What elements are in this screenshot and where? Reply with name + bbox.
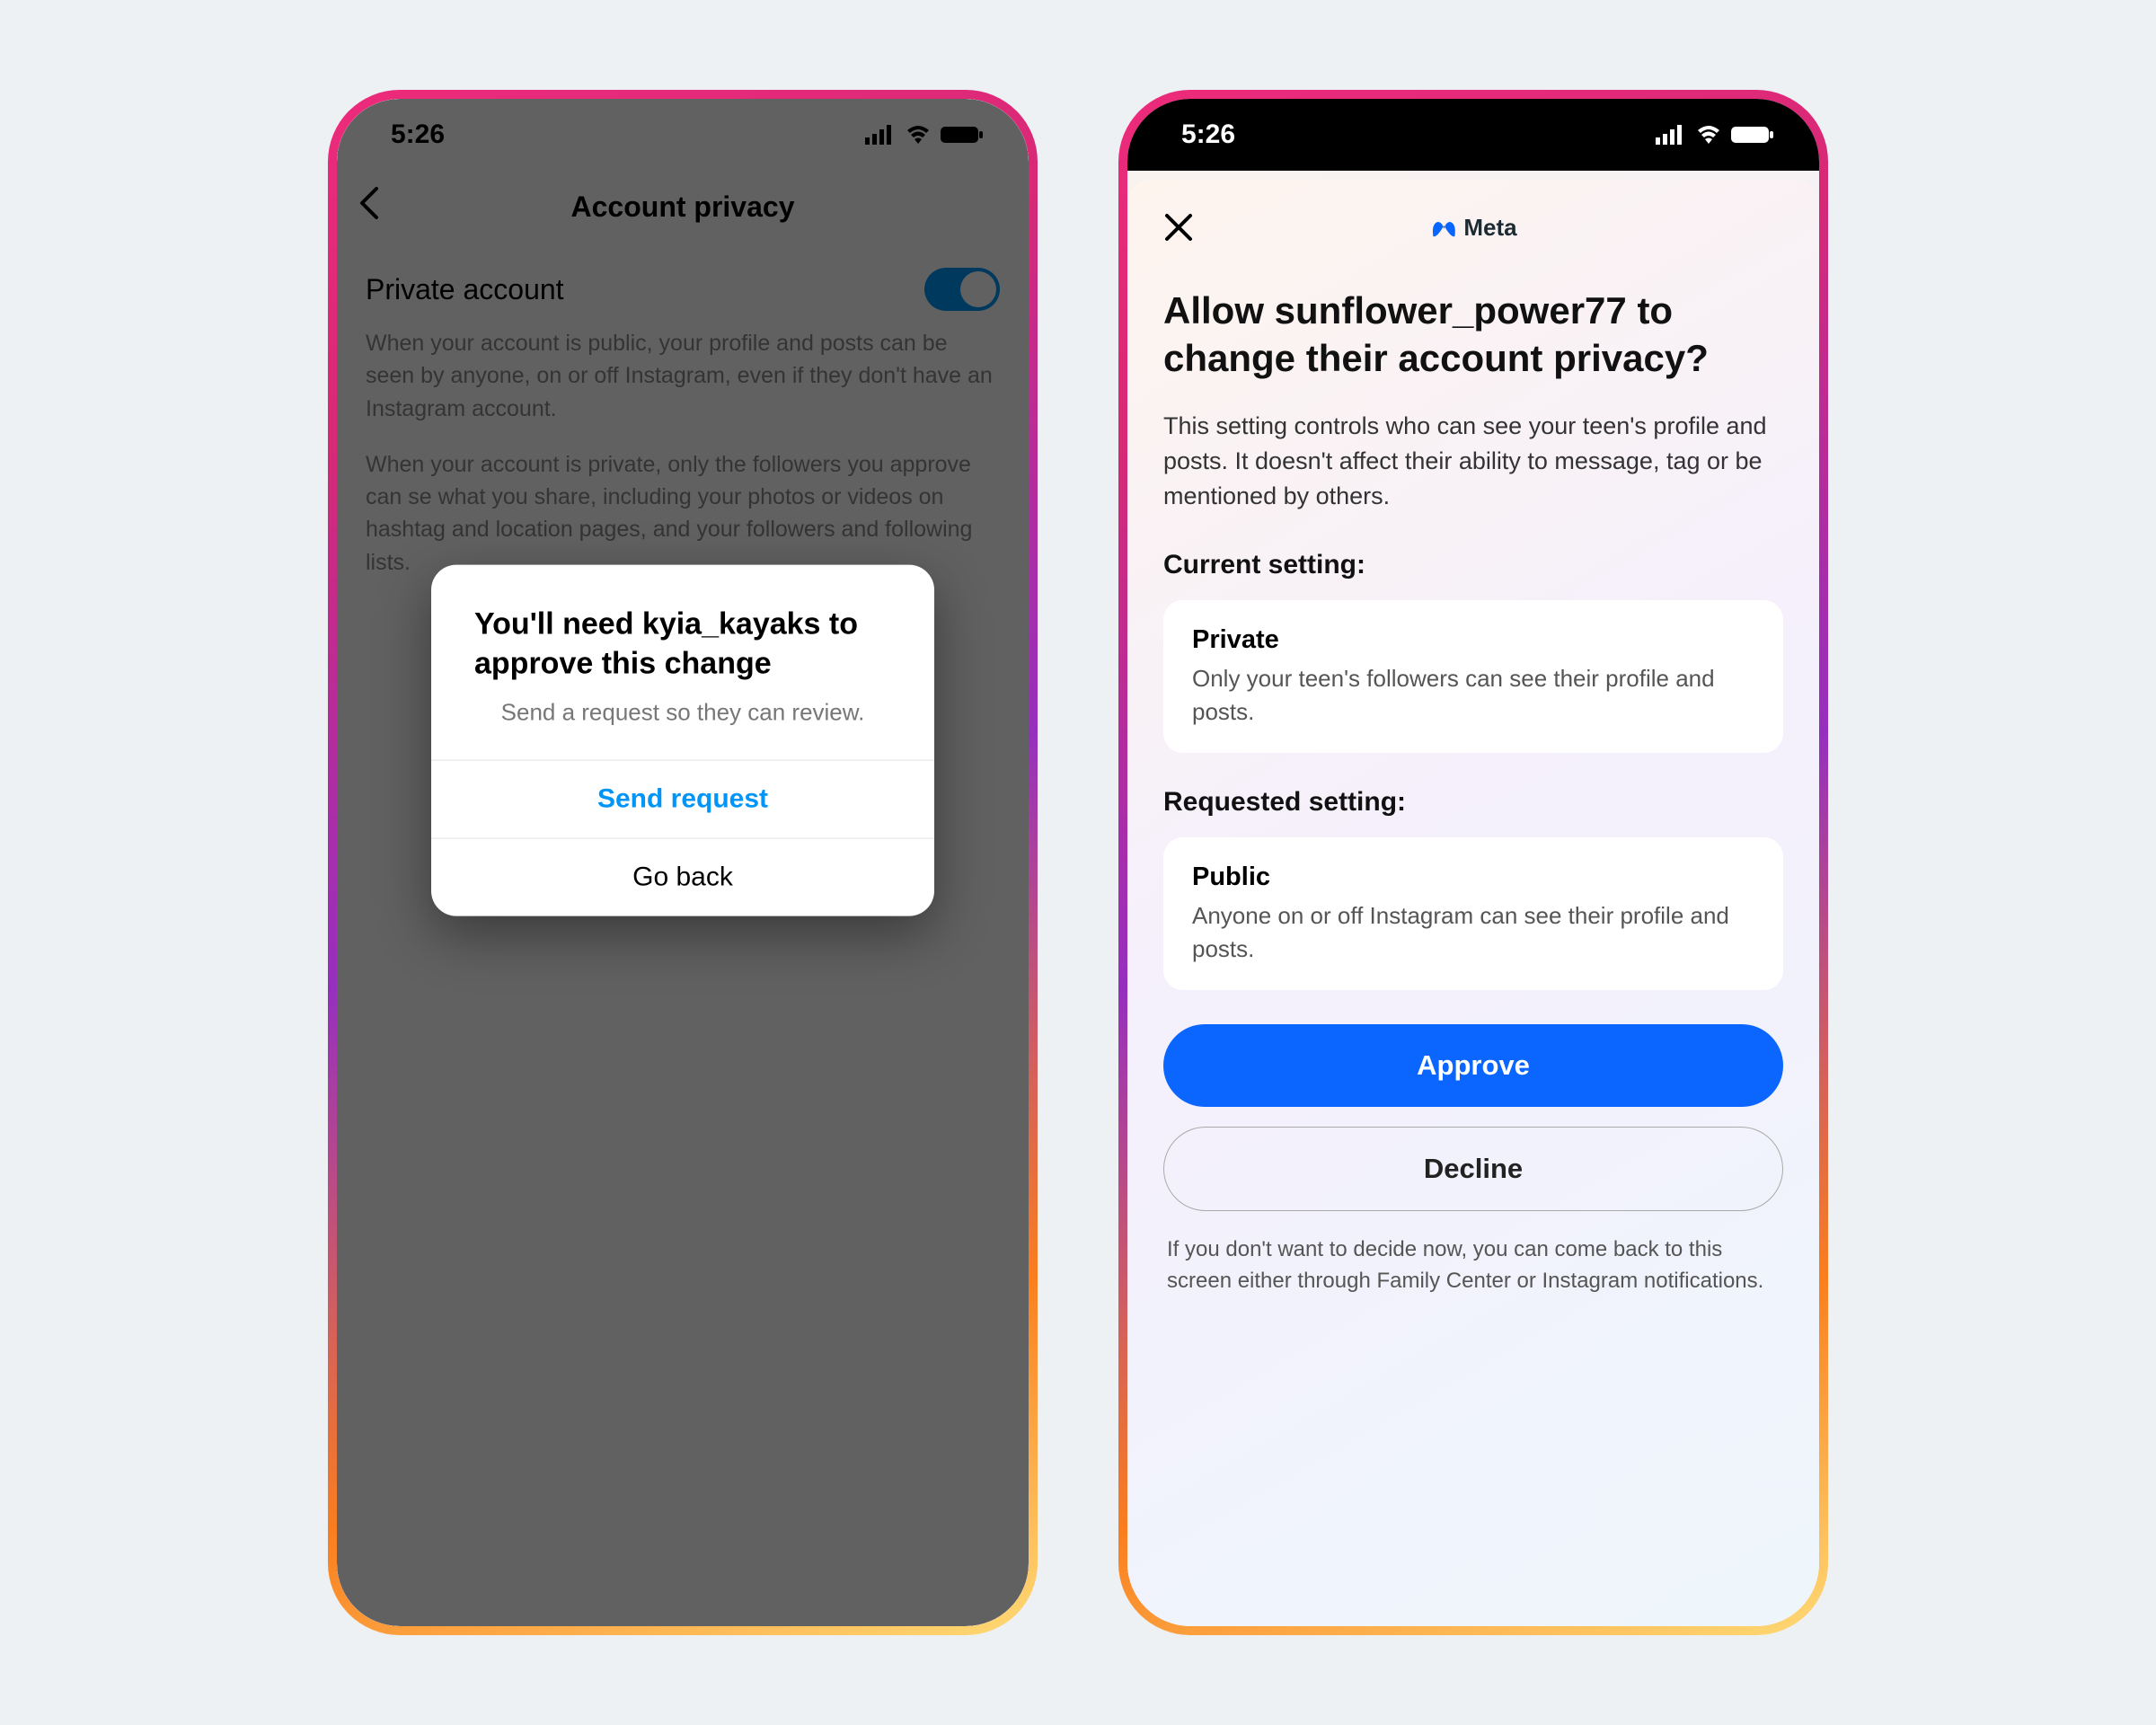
decline-button[interactable]: Decline [1163, 1127, 1783, 1211]
go-back-button[interactable]: Go back [431, 837, 934, 916]
close-icon [1163, 212, 1194, 243]
battery-icon [1731, 125, 1774, 145]
approve-button[interactable]: Approve [1163, 1024, 1783, 1107]
current-setting-description: Only your teen's followers can see their… [1192, 662, 1754, 728]
phone-teen: 5:26 Account privacy Private account Whe… [328, 90, 1038, 1635]
status-bar: 5:26 [1127, 99, 1819, 171]
requested-setting-label: Requested setting: [1163, 787, 1783, 818]
phone-inner: 5:26 Account privacy Private account Whe… [337, 99, 1029, 1626]
footer-note: If you don't want to decide now, you can… [1163, 1231, 1783, 1297]
wifi-icon [1695, 125, 1722, 145]
send-request-button[interactable]: Send request [431, 759, 934, 837]
phone-inner: 5:26 Meta Allow sunflower_power7 [1127, 99, 1819, 1626]
alert-subtitle: Send a request so they can review. [431, 696, 934, 759]
current-setting-label: Current setting: [1163, 550, 1783, 580]
requested-setting-card: Public Anyone on or off Instagram can se… [1163, 837, 1783, 990]
sheet-heading: Allow sunflower_power77 to change their … [1163, 288, 1783, 382]
current-setting-card: Private Only your teen's followers can s… [1163, 600, 1783, 753]
sheet-header: Meta [1163, 207, 1783, 252]
alert-title: You'll need kyia_kayaks to approve this … [431, 565, 934, 696]
phone-parent: 5:26 Meta Allow sunflower_power7 [1118, 90, 1828, 1635]
meta-text: Meta [1463, 214, 1516, 242]
requested-setting-title: Public [1192, 862, 1754, 892]
approval-sheet: Meta Allow sunflower_power77 to change t… [1127, 180, 1819, 1626]
close-button[interactable] [1163, 212, 1194, 247]
approval-alert: You'll need kyia_kayaks to approve this … [431, 565, 934, 916]
meta-icon [1429, 218, 1458, 238]
cellular-icon [1656, 125, 1686, 145]
requested-setting-description: Anyone on or off Instagram can see their… [1192, 899, 1754, 965]
current-setting-title: Private [1192, 625, 1754, 655]
status-time: 5:26 [1181, 119, 1235, 150]
status-icons [1656, 125, 1774, 145]
meta-logo: Meta [1429, 214, 1516, 242]
sheet-lead: This setting controls who can see your t… [1163, 409, 1783, 514]
parent-approval-screen: Meta Allow sunflower_power77 to change t… [1127, 171, 1819, 1626]
